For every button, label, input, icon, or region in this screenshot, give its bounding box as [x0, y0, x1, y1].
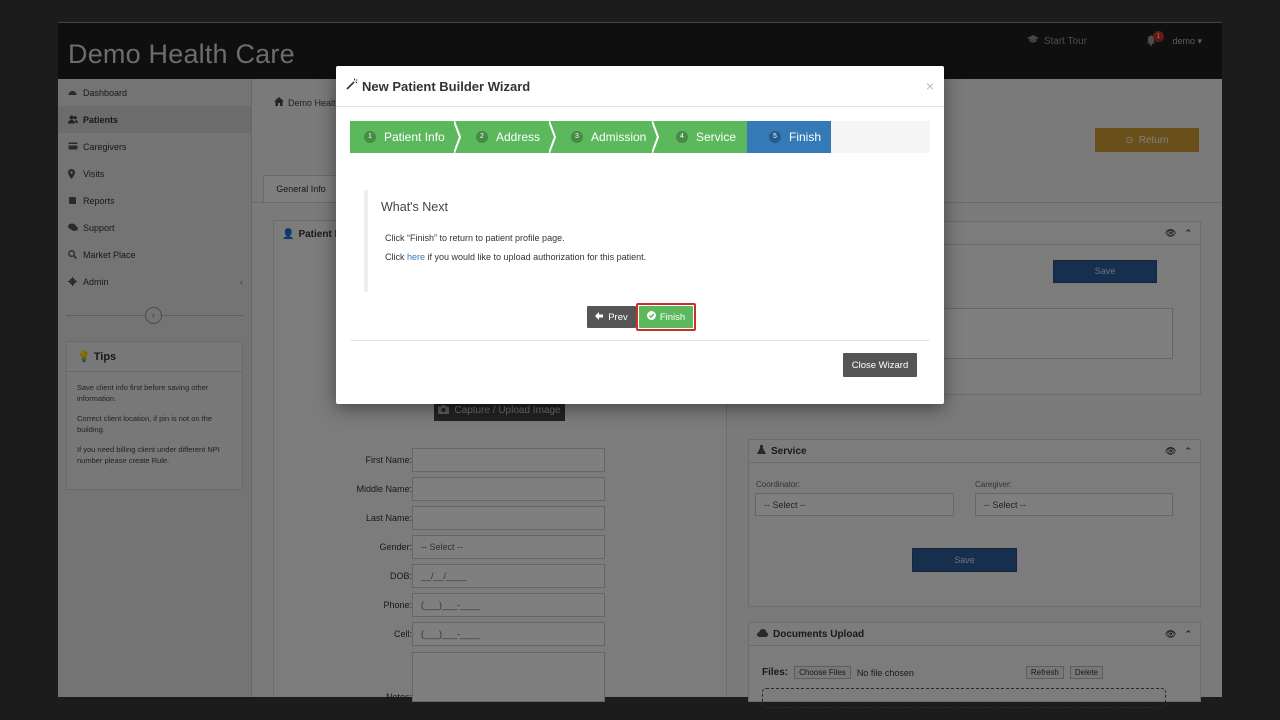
wizard-step-patient-info[interactable]: 1 Patient Info — [350, 121, 460, 153]
step-number: 3 — [571, 131, 583, 143]
close-wizard-button[interactable]: Close Wizard — [843, 353, 917, 377]
wizard-modal: New Patient Builder Wizard × 1 Patient I… — [336, 66, 944, 404]
upload-authorization-link[interactable]: here — [407, 252, 425, 262]
step-label: Patient Info — [384, 130, 445, 144]
finish-label: Finish — [659, 311, 686, 323]
arrow-left-icon — [595, 311, 604, 323]
magic-wand-icon — [346, 77, 358, 95]
wizard-step-finish[interactable]: 5 Finish — [747, 121, 831, 153]
whats-next-title: What's Next — [381, 200, 448, 214]
modal-divider — [350, 340, 930, 341]
instruction-prefix: Click — [385, 252, 407, 262]
wizard-steps: 1 Patient Info 2 Address 3 Admission 4 S… — [350, 121, 930, 153]
modal-header: New Patient Builder Wizard × — [336, 66, 944, 107]
close-icon[interactable]: × — [926, 78, 934, 94]
finish-button[interactable]: Finish — [639, 306, 693, 328]
modal-title: New Patient Builder Wizard — [362, 78, 531, 94]
step-number: 1 — [364, 131, 376, 143]
wizard-step-admission[interactable]: 3 Admission — [549, 121, 658, 153]
step-number: 4 — [676, 131, 688, 143]
instruction-suffix: if you would like to upload authorizatio… — [425, 252, 647, 262]
whats-next-panel: What's Next Click “Finish” to return to … — [364, 190, 914, 292]
prev-label: Prev — [608, 311, 628, 323]
prev-button[interactable]: Prev — [587, 306, 636, 328]
step-number: 5 — [769, 131, 781, 143]
step-label: Service — [696, 130, 737, 144]
whats-next-instruction: Click “Finish” to return to patient prof… — [385, 233, 565, 243]
step-label: Finish — [789, 130, 822, 144]
step-label: Admission — [591, 130, 647, 144]
wizard-step-address[interactable]: 2 Address — [454, 121, 555, 153]
step-label: Address — [496, 130, 541, 144]
check-circle-icon — [646, 311, 656, 323]
step-number: 2 — [476, 131, 488, 143]
wizard-step-service[interactable]: 4 Service — [652, 121, 749, 153]
whats-next-upload-instruction: Click here if you would like to upload a… — [385, 252, 646, 262]
